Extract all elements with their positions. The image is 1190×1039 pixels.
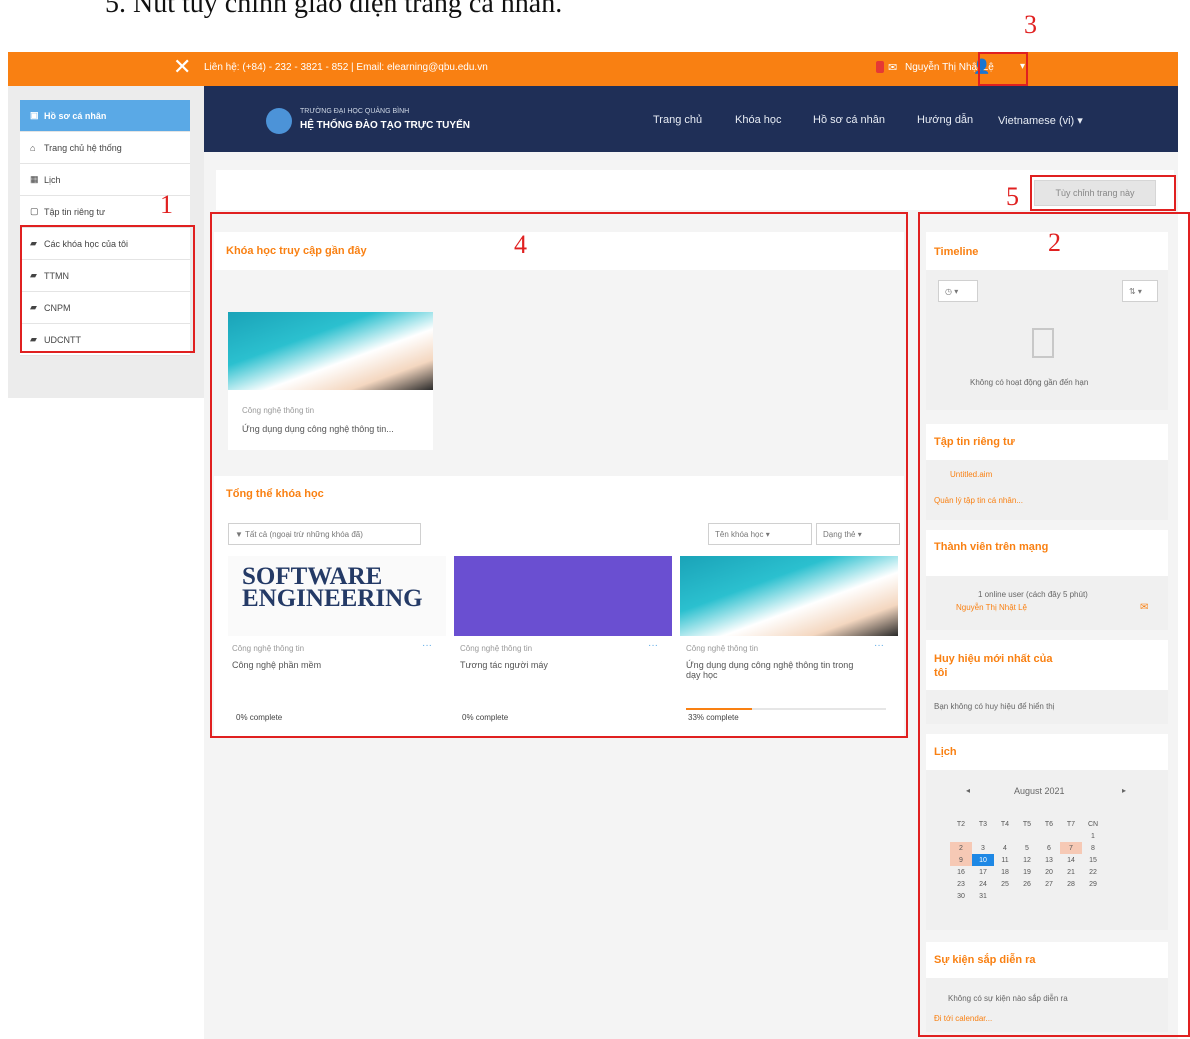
annotation-box-2 bbox=[918, 212, 1190, 1037]
caption: 5. Nút tùy chỉnh giao diện trang cá nhân… bbox=[105, 0, 563, 19]
left-menu-item[interactable]: ⌂ Trang chủ hệ thống bbox=[20, 132, 190, 164]
nav-language[interactable]: Vietnamese (vi) ▾ bbox=[998, 114, 1083, 127]
chat-icon[interactable]: ✉ bbox=[888, 61, 897, 74]
nav-profile[interactable]: Hồ sơ cá nhân bbox=[813, 114, 885, 126]
annotation-number-3: 3 bbox=[1024, 10, 1037, 39]
annotation-number-4: 4 bbox=[514, 230, 527, 259]
menu-item-icon: ▢ bbox=[30, 206, 39, 216]
contact-info: Liên hệ: (+84) - 232 - 3821 - 852 | Emai… bbox=[204, 62, 488, 73]
nav-home[interactable]: Trang chủ bbox=[653, 114, 702, 126]
bell-icon[interactable] bbox=[876, 61, 884, 73]
nav-help[interactable]: Hướng dẫn bbox=[917, 114, 973, 126]
menu-item-label: Tập tin riêng tư bbox=[44, 206, 106, 217]
logo-subtitle: TRƯỜNG ĐẠI HỌC QUẢNG BÌNH bbox=[300, 108, 410, 115]
menu-item-icon: ▦ bbox=[30, 174, 39, 184]
menu-item-label: Hồ sơ cá nhân bbox=[44, 110, 107, 121]
annotation-box-3 bbox=[978, 52, 1028, 86]
logo-icon[interactable] bbox=[266, 108, 292, 134]
menu-item-label: Lịch bbox=[44, 174, 61, 185]
menu-item-icon: ▣ bbox=[30, 110, 39, 120]
annotation-number-5: 5 bbox=[1006, 182, 1019, 211]
navbar: TRƯỜNG ĐẠI HỌC QUẢNG BÌNH HỆ THỐNG ĐÀO T… bbox=[204, 86, 1178, 152]
menu-item-label: Trang chủ hệ thống bbox=[44, 142, 122, 153]
annotation-box-5 bbox=[1030, 175, 1176, 211]
close-icon[interactable]: ✕ bbox=[173, 54, 191, 80]
nav-courses[interactable]: Khóa học bbox=[735, 114, 781, 126]
annotation-box-4 bbox=[210, 212, 908, 738]
left-menu-item[interactable]: ▣ Hồ sơ cá nhân bbox=[20, 100, 190, 132]
menu-item-icon: ⌂ bbox=[30, 142, 36, 153]
annotation-box-1 bbox=[20, 225, 195, 353]
logo-title[interactable]: HỆ THỐNG ĐÀO TẠO TRỰC TUYẾN bbox=[300, 120, 470, 131]
annotation-number-1: 1 bbox=[160, 190, 173, 219]
annotation-number-2: 2 bbox=[1048, 228, 1061, 257]
